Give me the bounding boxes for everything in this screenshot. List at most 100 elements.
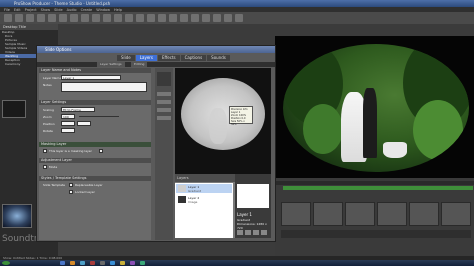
taskbar-app-icon[interactable] [70, 261, 75, 265]
toolbar-button[interactable] [202, 14, 210, 22]
timeline-slide-cell[interactable] [441, 202, 471, 226]
timeline-slide-cell[interactable] [313, 202, 343, 226]
masking-checkbox[interactable] [43, 149, 47, 153]
adjustment-checkbox[interactable] [43, 165, 47, 169]
layer-preview[interactable]: Precision Info Layer 1 Zoom 100% Position 0… [175, 68, 271, 174]
adjustment-mode-label: Mode [49, 165, 58, 169]
toolbar-button[interactable] [70, 14, 78, 22]
toolbar-button[interactable] [4, 14, 12, 22]
taskbar-app-icon[interactable] [140, 261, 145, 265]
tab-effects[interactable]: Effects [158, 55, 180, 61]
tool-button[interactable] [157, 72, 171, 86]
layer-row[interactable]: Layer 1 Gradient [176, 184, 232, 193]
notes-label: Notes [43, 83, 52, 87]
dialog-title: Slide Options [45, 47, 72, 52]
notes-field[interactable] [61, 82, 147, 92]
timeline-slide-cell[interactable] [281, 202, 311, 226]
toolbar-button[interactable] [125, 14, 133, 22]
start-icon[interactable] [2, 261, 10, 265]
taskbar-app-icon[interactable] [60, 261, 65, 265]
zoom-field[interactable]: 100 [61, 114, 75, 119]
locked-checkbox[interactable] [69, 190, 73, 194]
tool-button[interactable] [157, 116, 171, 120]
toolbar-button[interactable] [169, 14, 177, 22]
bush-left [303, 104, 343, 154]
editing-tool-strip [155, 68, 173, 240]
toolbar-button[interactable] [59, 14, 67, 22]
position-y-field[interactable] [77, 121, 91, 126]
taskbar-app-icon[interactable] [130, 261, 135, 265]
layer-row-thumbnail [178, 196, 186, 203]
tab-captions[interactable]: Captions [180, 55, 207, 61]
toolbar-button[interactable] [147, 14, 155, 22]
timeline-slide-cell[interactable] [345, 202, 375, 226]
layer-info-pane: Layer 1 Gradient Dimensions: 1280 x 720 [235, 174, 271, 238]
zoom-label: Zoom [43, 115, 52, 119]
progress-bar[interactable] [283, 186, 473, 190]
toolbar-button[interactable] [92, 14, 100, 22]
toolbar-button[interactable] [191, 14, 199, 22]
audio-track[interactable] [281, 230, 471, 238]
mask-mode-checkbox[interactable] [99, 149, 103, 153]
taskbar-app-icon[interactable] [120, 261, 125, 265]
toolbar-button[interactable] [15, 14, 23, 22]
rotate-field[interactable] [61, 128, 75, 133]
section-layer-settings: Layer Settings [39, 100, 151, 105]
add-layer-button[interactable] [237, 230, 243, 235]
toolbar-button[interactable] [158, 14, 166, 22]
slide-track [281, 202, 471, 226]
section-styles: Styles / Template Settings [39, 176, 151, 181]
slide-thumbnail[interactable] [2, 204, 32, 228]
timeline-slide-cell[interactable] [377, 202, 407, 226]
taskbar-app-icon[interactable] [90, 261, 95, 265]
taskbar-app-icon[interactable] [110, 261, 115, 265]
timeline-slide-cell[interactable] [409, 202, 439, 226]
tool-button[interactable] [157, 100, 171, 104]
dialog-tabs: Slide Layers Effects Captions Sounds [117, 55, 231, 61]
subtab-layer-settings[interactable]: Layer Settings [97, 62, 125, 67]
replaceable-checkbox[interactable] [69, 183, 73, 187]
layer-row-type: Image [188, 200, 198, 204]
toolbar-button[interactable] [81, 14, 89, 22]
remove-layer-button[interactable] [245, 230, 251, 235]
layer-thumbnail [237, 184, 269, 208]
toolbar-button[interactable] [26, 14, 34, 22]
position-label: Position [43, 122, 55, 126]
toolbar-button[interactable] [103, 14, 111, 22]
toolbar-button[interactable] [180, 14, 188, 22]
tool-button[interactable] [157, 92, 171, 96]
masking-checkbox-label: This layer is a masking layer [49, 149, 92, 153]
taskbar-app-icon[interactable] [80, 261, 85, 265]
toolbar-button[interactable] [235, 14, 243, 22]
subtab-editing[interactable]: Editing [131, 62, 148, 67]
slide-template-label: Slide Template [43, 183, 65, 187]
couple-silhouette [209, 108, 227, 144]
layer-name-field[interactable]: Layer 1 [61, 75, 121, 80]
toolbar-button[interactable] [114, 14, 122, 22]
os-taskbar [0, 260, 474, 266]
timeline-area [275, 178, 474, 258]
bush-right [413, 100, 463, 160]
toolbar-button[interactable] [213, 14, 221, 22]
tool-button[interactable] [157, 108, 171, 112]
tab-slide[interactable]: Slide [117, 55, 135, 61]
stone-urn [383, 142, 407, 158]
file-thumbnail[interactable] [2, 100, 26, 118]
tab-layers[interactable]: Layers [135, 55, 158, 61]
duplicate-layer-button[interactable] [253, 230, 259, 235]
preview-oval-vignette [283, 44, 469, 172]
slide-options-dialog: Slide Options Slide Layers Effects Captions… [36, 45, 276, 242]
zoom-slider[interactable] [79, 116, 119, 117]
toolbar-button[interactable] [48, 14, 56, 22]
layer-settings-button[interactable] [261, 230, 267, 235]
toolbar-button[interactable] [37, 14, 45, 22]
scaling-select[interactable]: Fit to Frame [61, 107, 95, 112]
layer-row[interactable]: Layer 2 Image [176, 195, 232, 204]
position-x-field[interactable] [61, 121, 75, 126]
layer-row-thumbnail [178, 185, 186, 192]
toolbar-button[interactable] [224, 14, 232, 22]
taskbar-app-icon[interactable] [100, 261, 105, 265]
toolbar-button[interactable] [136, 14, 144, 22]
tab-sounds[interactable]: Sounds [207, 55, 230, 61]
dialog-subtab-bar: Layer Settings Editing [37, 62, 275, 67]
